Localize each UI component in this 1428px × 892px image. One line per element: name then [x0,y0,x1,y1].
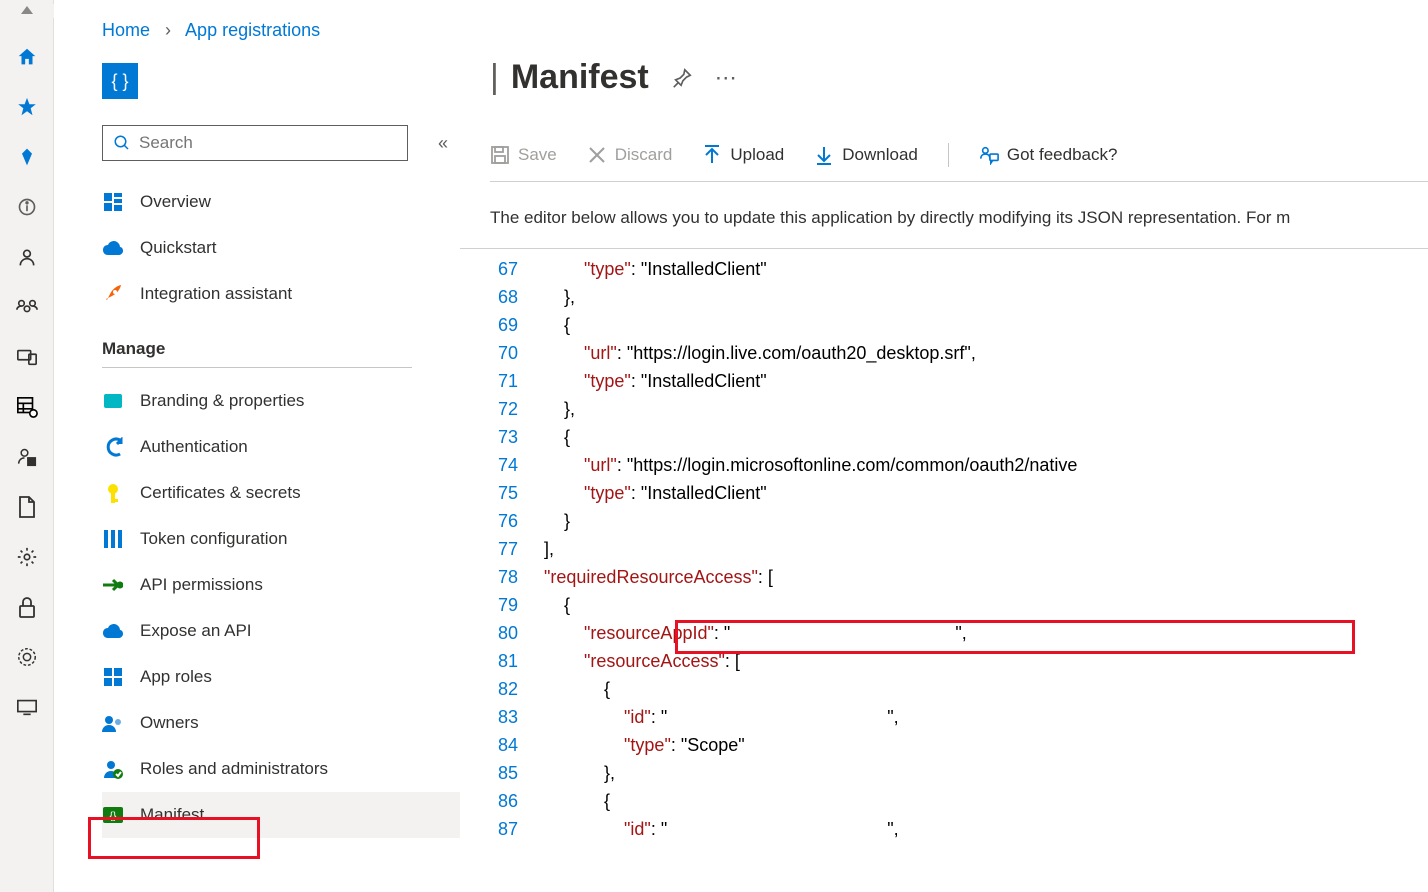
breadcrumb-home[interactable]: Home [102,20,150,40]
sidebar-item-app-roles[interactable]: App roles [102,654,460,700]
json-editor[interactable]: 6768697071727374757677787980818283848586… [460,248,1428,249]
appreg-icon[interactable] [16,396,38,418]
save-icon [490,145,510,165]
toolbar: Save Discard Upload Download Got feedbac… [490,143,1428,182]
sidebar-label: Roles and administrators [140,759,328,779]
document-icon[interactable] [16,496,38,518]
pin-icon[interactable] [671,67,693,89]
toolbar-divider [948,143,949,167]
key-icon [102,482,124,504]
identity-icon[interactable] [16,446,38,468]
chevron-right-icon: › [165,20,171,40]
feedback-icon [979,145,999,165]
collapse-sidebar-button[interactable]: « [438,133,448,154]
app-braces-icon: { } [102,63,138,99]
auth-icon [102,436,124,458]
left-rail [0,0,54,892]
sidebar-label: Certificates & secrets [140,483,301,503]
sidebar-label: API permissions [140,575,263,595]
sidebar-item-api-permissions[interactable]: API permissions [102,562,460,608]
breadcrumb-appreg[interactable]: App registrations [185,20,320,40]
sidebar-item-overview[interactable]: Overview [102,179,460,225]
sidebar-label: Authentication [140,437,248,457]
monitor-icon[interactable] [16,696,38,718]
devices-icon[interactable] [16,346,38,368]
sidebar-item-integration[interactable]: Integration assistant [102,271,460,317]
save-button[interactable]: Save [490,145,557,165]
feedback-button[interactable]: Got feedback? [979,145,1118,165]
more-icon[interactable]: ⋯ [715,65,739,91]
sidebar-label: Quickstart [140,238,217,258]
line-gutter: 6768697071727374757677787980818283848586… [474,249,518,843]
search-icon [113,134,131,152]
diamond-icon[interactable] [16,146,38,168]
user-icon[interactable] [16,246,38,268]
sidebar-label: Token configuration [140,529,287,549]
main-content: | Manifest ⋯ Save Discard Upload Downloa… [460,0,1428,892]
sidebar-label: Owners [140,713,199,733]
sidebar-item-quickstart[interactable]: Quickstart [102,225,460,271]
toolbar-label: Discard [615,145,673,165]
sidebar-item-manifest[interactable]: {} Manifest [102,792,460,838]
cloud-icon [102,237,124,259]
sidebar-label: Integration assistant [140,284,292,304]
discard-button[interactable]: Discard [587,145,673,165]
expose-icon [102,620,124,642]
branding-icon [102,390,124,412]
upload-icon [702,145,722,165]
toolbar-label: Got feedback? [1007,145,1118,165]
rocket-icon [102,283,124,305]
home-icon[interactable] [16,46,38,68]
approles-icon [102,666,124,688]
info-icon[interactable] [16,196,38,218]
sidebar-label: Expose an API [140,621,252,641]
toolbar-label: Save [518,145,557,165]
code-area[interactable]: "type": "InstalledClient" }, { "url": "h… [524,255,1428,843]
sidebar-label: App roles [140,667,212,687]
breadcrumb: Home › App registrations [54,0,460,41]
sidebar-item-authentication[interactable]: Authentication [102,424,460,470]
roles-icon [102,758,124,780]
upload-button[interactable]: Upload [702,145,784,165]
download-icon [814,145,834,165]
sidebar-section-manage: Manage [102,317,412,368]
close-icon [587,145,607,165]
overview-icon [102,191,124,213]
toolbar-label: Download [842,145,918,165]
sidebar-label: Manifest [140,805,204,825]
groups-icon[interactable] [16,296,38,318]
sidebar-label: Branding & properties [140,391,304,411]
gear-icon[interactable] [16,546,38,568]
title-separator: | [490,58,499,97]
sidebar-item-roles[interactable]: Roles and administrators [102,746,460,792]
search-input[interactable] [139,133,397,153]
api-icon [102,574,124,596]
sidebar-item-expose-api[interactable]: Expose an API [102,608,460,654]
sidebar-item-token[interactable]: Token configuration [102,516,460,562]
sidebar-item-certificates[interactable]: Certificates & secrets [102,470,460,516]
security-icon[interactable] [16,646,38,668]
editor-description: The editor below allows you to update th… [460,182,1428,228]
rail-scroll-up[interactable] [0,4,54,18]
owners-icon [102,712,124,734]
page-title: Manifest [511,58,649,97]
sidebar-item-owners[interactable]: Owners [102,700,460,746]
sidebar-panel: Home › App registrations { } « Overview … [54,0,460,892]
token-icon [102,528,124,550]
lock-icon[interactable] [16,596,38,618]
search-box[interactable] [102,125,408,161]
toolbar-label: Upload [730,145,784,165]
manifest-icon: {} [102,804,124,826]
download-button[interactable]: Download [814,145,918,165]
sidebar-menu: Overview Quickstart Integration assistan… [54,161,460,838]
svg-text:{}: {} [110,811,117,822]
sidebar-label: Overview [140,192,211,212]
star-icon[interactable] [16,96,38,118]
sidebar-item-branding[interactable]: Branding & properties [102,378,460,424]
